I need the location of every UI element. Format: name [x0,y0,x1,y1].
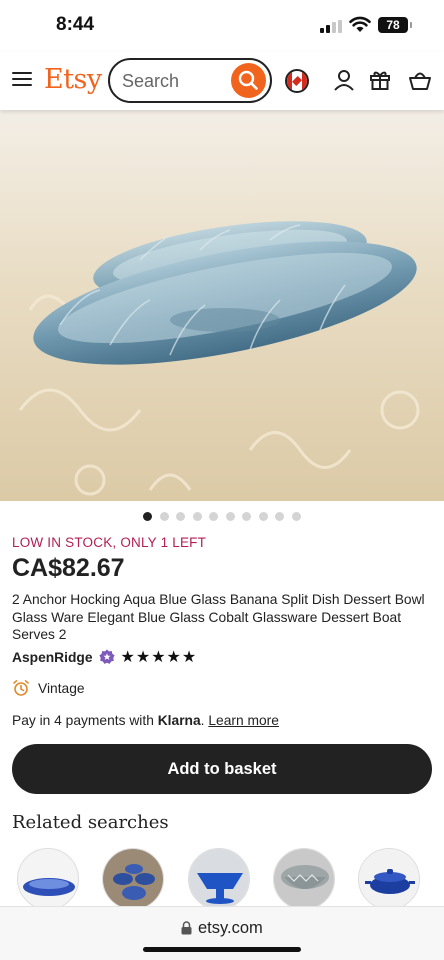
carousel-dot[interactable] [275,512,284,521]
carousel-dot[interactable] [192,512,202,521]
related-search-thumb[interactable] [358,848,420,910]
search-input[interactable] [122,70,232,92]
battery-indicator: 78 [378,17,412,33]
menu-icon[interactable] [12,70,34,88]
payment-info: Pay in 4 payments with Klarna. Learn mor… [12,713,279,728]
carousel-dot[interactable] [242,512,251,521]
search-bar[interactable] [108,58,272,103]
home-indicator [143,947,301,952]
product-photo-illustration [0,110,444,501]
klarna-label: Klarna [157,713,201,728]
stock-notice: LOW IN STOCK, ONLY 1 LEFT [12,535,207,550]
account-icon[interactable] [332,68,356,92]
alarm-clock-icon [13,680,29,696]
carousel-dot[interactable] [143,512,152,521]
product-image[interactable] [0,110,444,501]
carousel-dot[interactable] [209,512,218,521]
carousel-dot[interactable] [225,512,235,521]
vintage-label: Vintage [38,680,85,696]
add-to-basket-button[interactable]: Add to basket [12,744,432,794]
carousel-dots [143,512,301,522]
payment-separator: . [200,713,205,728]
product-title: 2 Anchor Hocking Aqua Blue Glass Banana … [12,592,425,642]
seller-name[interactable]: AspenRidge [12,650,93,665]
related-search-thumb[interactable] [17,848,79,910]
status-bar: 8:44 78 [0,0,444,52]
carousel-dot[interactable] [176,512,185,521]
canada-flag-icon[interactable] [285,69,309,93]
carousel-dot[interactable] [258,512,268,521]
etsy-logo[interactable]: Etsy [44,64,102,95]
related-searches-row [0,846,444,910]
wifi-icon [349,16,371,32]
related-searches-title: Related searches [12,812,169,833]
carousel-dot[interactable] [159,512,169,521]
gift-icon[interactable] [368,68,392,92]
seller-row: AspenRidge ★★★★★ [12,647,197,667]
product-price: CA$82.67 [12,554,125,582]
site-header: Etsy [0,52,444,110]
related-search-thumb[interactable] [188,848,250,910]
related-search-thumb[interactable] [102,848,164,910]
payment-prefix: Pay in 4 payments with [12,713,154,728]
search-button[interactable] [231,63,266,98]
star-seller-badge-icon [98,649,115,664]
vintage-row: Vintage [12,677,85,699]
cellular-signal-icon [320,20,342,33]
learn-more-link[interactable]: Learn more [208,713,279,728]
url-display[interactable]: etsy.com [198,919,263,938]
related-search-thumb[interactable] [273,848,335,910]
carousel-dot[interactable] [291,512,301,521]
basket-icon[interactable] [408,68,432,92]
rating-stars[interactable]: ★★★★★ [121,647,198,667]
status-time: 8:44 [56,14,95,35]
lock-icon [181,921,192,935]
search-icon [238,70,258,90]
browser-bottom-bar: etsy.com [0,906,444,960]
